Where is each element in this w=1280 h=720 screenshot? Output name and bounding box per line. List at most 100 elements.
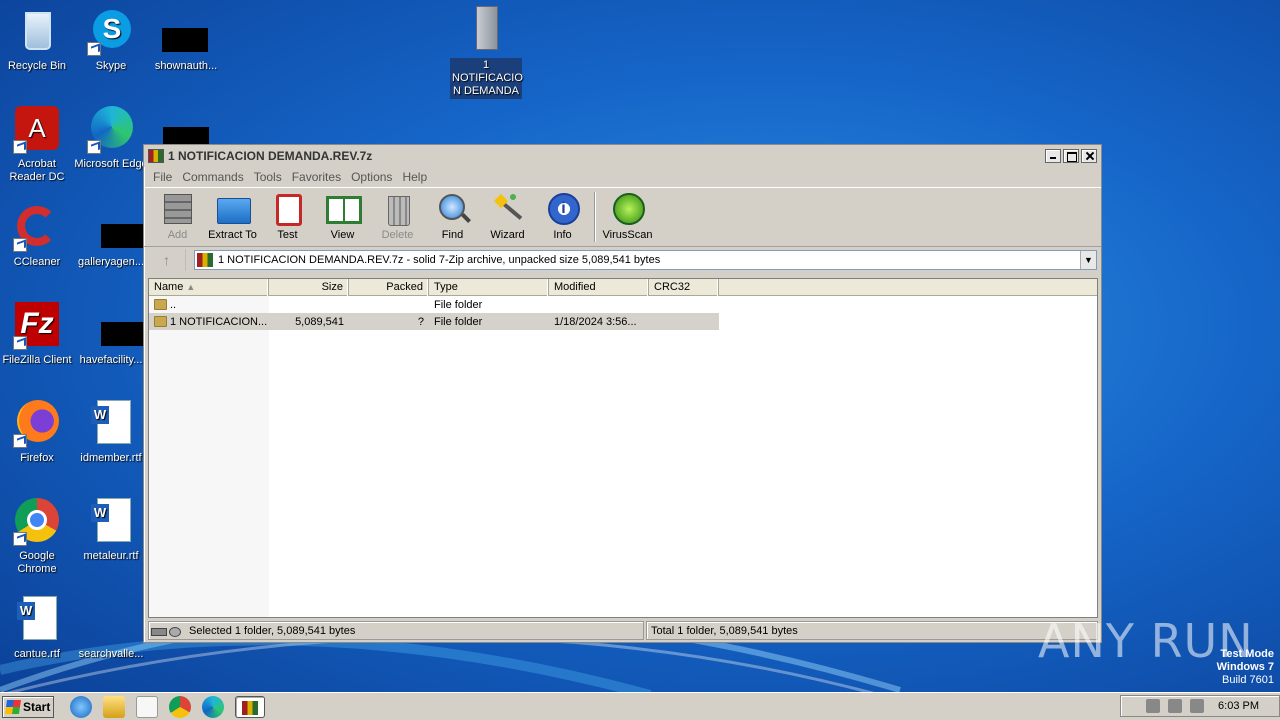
desktop-icon-label: Recycle Bin [7, 60, 67, 72]
virus-bug-icon [610, 192, 646, 226]
desktop-icon-notificacion-folder[interactable]: 1 NOTIFICACIO N DEMANDA [450, 6, 523, 99]
chrome-taskbar-icon[interactable] [169, 695, 191, 718]
desktop-icon-chrome[interactable]: Google Chrome [0, 498, 74, 576]
wizard-button[interactable]: Wizard [480, 192, 535, 241]
chrome-icon [13, 498, 61, 546]
maximize-button[interactable] [1063, 149, 1079, 163]
desktop-icon-label: cantue.rtf [14, 648, 60, 660]
view-button[interactable]: View [315, 192, 370, 241]
up-arrow-icon[interactable]: ↑ [148, 249, 186, 271]
test-label: Test [277, 229, 298, 241]
desktop-icon-acrobat[interactable]: A Acrobat Reader DC [0, 106, 74, 184]
file-list[interactable]: Name ▲ Size Packed Type Modified CRC32 .… [148, 278, 1098, 618]
column-modified[interactable]: Modified [549, 279, 649, 296]
find-label: Find [441, 229, 464, 241]
column-size[interactable]: Size [269, 279, 349, 296]
menu-file[interactable]: File [148, 170, 177, 184]
drive-key-icon[interactable] [151, 626, 181, 637]
table-row[interactable]: .. File folder [149, 296, 1097, 313]
column-header: Name ▲ Size Packed Type Modified CRC32 [149, 279, 1097, 296]
ccleaner-icon [13, 204, 61, 252]
cell-name: .. [149, 298, 269, 311]
desktop-icon-cantue[interactable]: W cantue.rtf [0, 596, 74, 661]
address-combobox[interactable]: 1 NOTIFICACION DEMANDA.REV.7z - solid 7-… [194, 250, 1097, 270]
name-column-shade [149, 296, 269, 617]
desktop-icon-searchvalle[interactable]: searchvalle... [74, 596, 148, 661]
folder-icon [154, 315, 167, 327]
desktop-icon-label: searchvalle... [78, 648, 144, 660]
desktop-icon-shownauth[interactable]: shownauth... [149, 8, 223, 73]
internet-explorer-icon[interactable] [70, 695, 92, 718]
status-left-text: Selected 1 folder, 5,089,541 bytes [189, 624, 356, 637]
skype-icon: S [87, 8, 135, 56]
virusscan-button[interactable]: VirusScan [600, 192, 655, 241]
edge-taskbar-icon[interactable] [202, 695, 224, 718]
archive-icon [197, 253, 213, 267]
desktop-icon-label: havefacility... [79, 354, 143, 366]
column-name[interactable]: Name ▲ [149, 279, 269, 296]
start-button[interactable]: Start [2, 695, 54, 718]
address-bar: ↑ 1 NOTIFICACION DEMANDA.REV.7z - solid … [144, 247, 1101, 273]
folder-icon [154, 298, 167, 310]
column-crc32[interactable]: CRC32 [649, 279, 719, 296]
extract-to-button[interactable]: Extract To [205, 192, 260, 241]
desktop-icon-firefox[interactable]: Firefox [0, 400, 74, 465]
filezilla-icon: Fz [13, 302, 61, 350]
minimize-button[interactable] [1045, 149, 1061, 163]
close-button[interactable] [1081, 149, 1097, 163]
file-icon [87, 302, 147, 350]
desktop-icon-galleryagen[interactable]: galleryagen... [74, 204, 148, 269]
firefox-icon [13, 400, 61, 448]
desktop-icon-edge[interactable]: Microsoft Edge [74, 106, 148, 171]
chevron-down-icon[interactable]: ▼ [1080, 251, 1096, 269]
magnifier-icon [435, 192, 471, 226]
desktop-icon-label: FileZilla Client [2, 354, 72, 366]
system-tray: 6:03 PM [1120, 695, 1280, 717]
desktop-icon-havefacility[interactable]: havefacility... [74, 302, 148, 367]
desktop-icon-ccleaner[interactable]: CCleaner [0, 204, 74, 269]
volume-icon[interactable] [1146, 699, 1161, 713]
cell-modified: 1/18/2024 3:56... [554, 315, 637, 328]
file-explorer-icon[interactable] [103, 695, 125, 718]
extract-folder-icon [215, 192, 251, 226]
desktop-icon-filezilla[interactable]: Fz FileZilla Client [0, 302, 74, 367]
word-document-icon: W [13, 596, 61, 644]
taskbar: Start 6:03 PM [0, 692, 1280, 720]
info-button[interactable]: i Info [535, 192, 590, 241]
window-title: 1 NOTIFICACION DEMANDA.REV.7z [168, 149, 373, 163]
title-bar[interactable]: 1 NOTIFICACION DEMANDA.REV.7z [144, 145, 1101, 167]
delete-button[interactable]: Delete [370, 192, 425, 241]
desktop-icon-skype[interactable]: S Skype [74, 8, 148, 73]
find-button[interactable]: Find [425, 192, 480, 241]
desktop-icon-label: shownauth... [154, 60, 218, 72]
test-clipboard-icon [270, 192, 306, 226]
menu-options[interactable]: Options [346, 170, 397, 184]
desktop-icon-idmember[interactable]: W idmember.rtf [74, 400, 148, 465]
menu-tools[interactable]: Tools [249, 170, 287, 184]
status-right-pane: Total 1 folder, 5,089,541 bytes [646, 621, 1098, 640]
column-packed[interactable]: Packed [349, 279, 429, 296]
menu-bar: File Commands Tools Favorites Options He… [144, 167, 1101, 187]
clock[interactable]: 6:03 PM [1218, 700, 1259, 712]
menu-favorites[interactable]: Favorites [287, 170, 346, 184]
test-button[interactable]: Test [260, 192, 315, 241]
menu-help[interactable]: Help [397, 170, 432, 184]
add-label: Add [167, 229, 188, 241]
add-icon [160, 192, 196, 226]
table-row[interactable]: 1 NOTIFICACION... 5,089,541 ? File folde… [149, 313, 719, 330]
network-icon[interactable] [1168, 699, 1183, 713]
menu-commands[interactable]: Commands [177, 170, 248, 184]
extract-to-label: Extract To [208, 229, 257, 241]
add-button[interactable]: Add [150, 192, 205, 241]
action-center-flag-icon[interactable] [1190, 699, 1205, 713]
wizard-label: Wizard [490, 229, 525, 241]
build-line: Build 7601 [1222, 674, 1274, 686]
desktop-icon-label: Microsoft Edge [74, 158, 148, 170]
column-type[interactable]: Type [429, 279, 549, 296]
media-player-icon[interactable] [136, 695, 158, 718]
file-icon [87, 596, 135, 644]
desktop-icon-metaleur[interactable]: W metaleur.rtf [74, 498, 148, 563]
winrar-taskbar-button[interactable] [235, 695, 265, 718]
status-left-pane: Selected 1 folder, 5,089,541 bytes [148, 621, 644, 640]
desktop-icon-recycle-bin[interactable]: Recycle Bin [0, 8, 74, 73]
